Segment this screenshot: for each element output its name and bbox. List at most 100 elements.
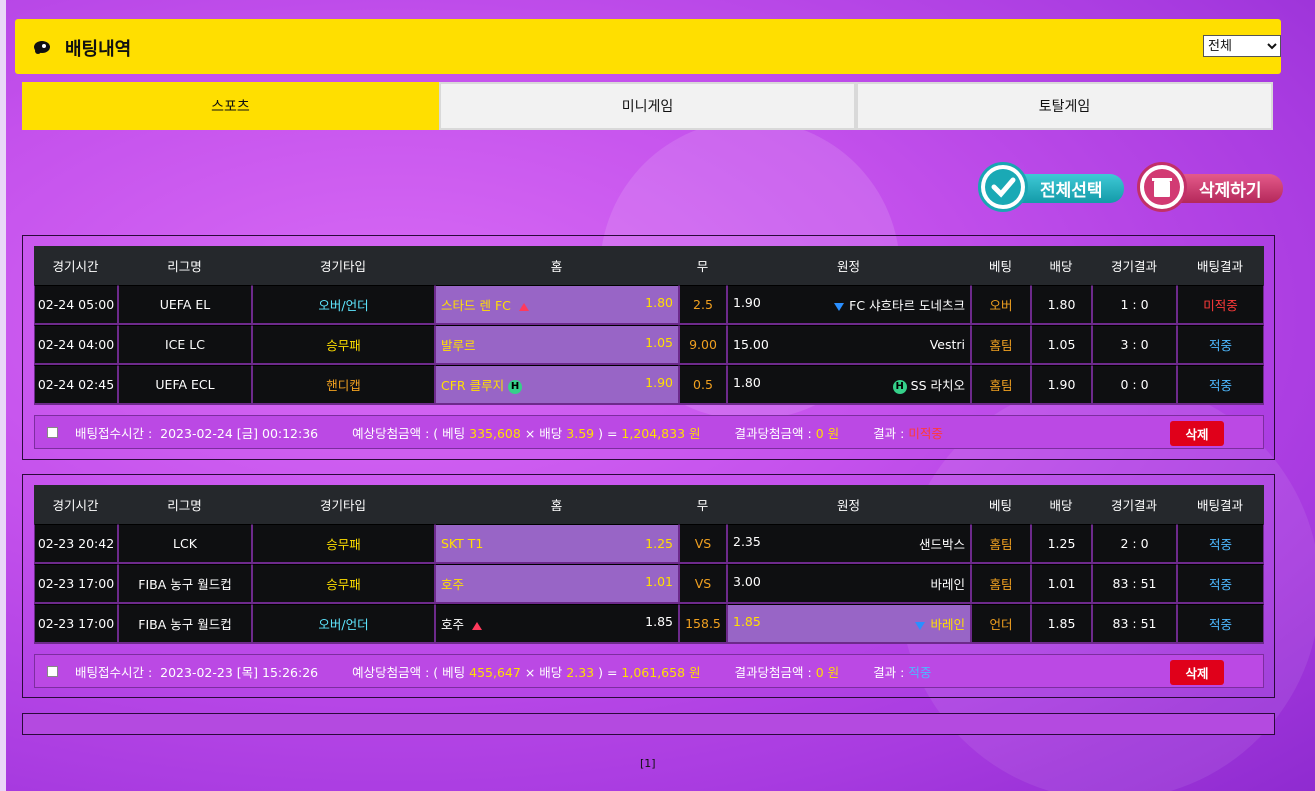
col-header: 베팅 — [971, 485, 1031, 524]
select-all-button[interactable]: 전체선택 — [978, 162, 1126, 212]
col-header: 홈 — [435, 246, 679, 285]
tab-sports[interactable]: 스포츠 — [22, 82, 439, 130]
home-team: SKT T1 — [441, 536, 484, 551]
tab-totalgame[interactable]: 토탈게임 — [856, 82, 1273, 130]
home-odd: 1.01 — [645, 574, 673, 589]
tab-minigame[interactable]: 미니게임 — [439, 82, 856, 130]
away-cell: 1.85 바레인 — [727, 604, 971, 644]
away-cell: 3.00 바레인 — [727, 564, 971, 604]
match-time: 02-23 20:42 — [34, 524, 118, 564]
col-header: 무 — [679, 485, 727, 524]
col-header: 리그명 — [118, 246, 252, 285]
table-row: 02-24 02:45 UEFA ECL 핸디캡 CFR 클루지 H 1.90 0… — [34, 365, 1264, 405]
pagination[interactable]: [1] — [640, 757, 656, 770]
table-row: 02-23 20:42 LCK 승무패 SKT T1 1.25 VS 2.35 샌드… — [34, 524, 1264, 564]
filter-select[interactable]: 전체 — [1203, 35, 1281, 57]
home-team: CFR 클루지 — [441, 378, 505, 393]
away-odd: 2.35 — [733, 534, 761, 549]
game-type: 승무패 — [252, 564, 435, 604]
slip-checkbox[interactable] — [47, 426, 58, 438]
bet-odds: 1.90 — [1031, 365, 1092, 405]
home-odd: 1.90 — [645, 375, 673, 390]
slip-result: 결과 : 적중 — [873, 664, 932, 680]
slip-footer: 배팅접수시간 : 2023-02-23 [목] 15:26:26 예상당첨금액 … — [34, 654, 1264, 688]
match-time: 02-24 05:00 — [34, 285, 118, 325]
empty-slip-box — [22, 713, 1275, 735]
col-header: 경기타입 — [252, 246, 435, 285]
match-score: 2 : 0 — [1092, 524, 1177, 564]
table-row: 02-23 17:00 FIBA 농구 월드컵 오버/언더 호주 1.85 158… — [34, 604, 1264, 644]
col-header: 배당 — [1031, 246, 1092, 285]
draw-cell: 0.5 — [679, 365, 727, 405]
game-type: 핸디캡 — [252, 365, 435, 405]
draw-cell: VS — [679, 564, 727, 604]
home-team: 호주 — [441, 617, 465, 632]
col-header: 배당 — [1031, 485, 1092, 524]
away-team: FC 샤흐타르 도네츠크 — [849, 298, 965, 313]
col-header: 배팅결과 — [1177, 485, 1264, 524]
home-cell: 호주 1.01 — [435, 564, 679, 604]
draw-cell: 2.5 — [679, 285, 727, 325]
trash-icon — [1137, 162, 1187, 212]
col-header: 원정 — [727, 485, 971, 524]
bet-odds: 1.25 — [1031, 524, 1092, 564]
col-header: 경기결과 — [1092, 246, 1177, 285]
match-time: 02-24 04:00 — [34, 325, 118, 365]
league-name: LCK — [118, 524, 252, 564]
slip-checkbox[interactable] — [47, 665, 58, 677]
away-odd: 1.80 — [733, 375, 761, 390]
away-odd: 3.00 — [733, 574, 761, 589]
result-amount: 결과당첨금액 : 0 원 — [734, 425, 840, 441]
home-cell: CFR 클루지 H 1.90 — [435, 365, 679, 405]
bet-odds: 1.80 — [1031, 285, 1092, 325]
bet-table: 경기시간 리그명 경기타입 홈 무 원정 베팅 배당 경기결과 배팅결과 02-… — [34, 246, 1264, 405]
col-header: 리그명 — [118, 485, 252, 524]
bet-pick: 홈팀 — [971, 564, 1031, 604]
bet-result: 적중 — [1177, 524, 1264, 564]
match-score: 83 : 51 — [1092, 604, 1177, 644]
bet-table: 경기시간 리그명 경기타입 홈 무 원정 베팅 배당 경기결과 배팅결과 02-… — [34, 485, 1264, 644]
game-type: 오버/언더 — [252, 604, 435, 644]
home-team: 발루르 — [441, 338, 476, 353]
bet-slip: 경기시간 리그명 경기타입 홈 무 원정 베팅 배당 경기결과 배팅결과 02-… — [22, 235, 1275, 460]
bet-time: 배팅접수시간 : 2023-02-24 [금] 00:12:36 — [75, 425, 319, 441]
result-amount: 결과당첨금액 : 0 원 — [734, 664, 840, 680]
away-cell: 2.35 샌드박스 — [727, 524, 971, 564]
page-header: 배팅내역 전체 — [15, 19, 1281, 74]
home-odd: 1.05 — [645, 335, 673, 350]
league-name: UEFA ECL — [118, 365, 252, 405]
bet-result: 적중 — [1177, 564, 1264, 604]
home-team: 스타드 렌 FC — [441, 298, 511, 313]
expected-amount: 예상당첨금액 : ( 베팅 335,608 × 배당 3.59 ) = 1,20… — [352, 425, 701, 441]
match-time: 02-23 17:00 — [34, 604, 118, 644]
delete-button[interactable]: 삭제 — [1170, 421, 1224, 446]
match-time: 02-24 02:45 — [34, 365, 118, 405]
away-team: Vestri — [929, 337, 965, 352]
down-arrow-icon — [834, 302, 845, 311]
away-team: 바레인 — [930, 617, 965, 632]
away-cell: 15.00 Vestri — [727, 325, 971, 365]
slip-footer: 배팅접수시간 : 2023-02-24 [금] 00:12:36 예상당첨금액 … — [34, 415, 1264, 449]
match-score: 1 : 0 — [1092, 285, 1177, 325]
home-team: 호주 — [441, 577, 465, 592]
table-row: 02-23 17:00 FIBA 농구 월드컵 승무패 호주 1.01 VS 3.… — [34, 564, 1264, 604]
away-team: 바레인 — [930, 577, 965, 592]
away-odd: 15.00 — [733, 337, 769, 352]
page-title: 배팅내역 — [65, 39, 132, 60]
table-row: 02-24 04:00 ICE LC 승무패 발루르 1.05 9.00 15.0… — [34, 325, 1264, 365]
bet-pick: 언더 — [971, 604, 1031, 644]
home-cell: SKT T1 1.25 — [435, 524, 679, 564]
bet-odds: 1.05 — [1031, 325, 1092, 365]
delete-button[interactable]: 삭제 — [1170, 660, 1224, 685]
col-header: 경기결과 — [1092, 485, 1177, 524]
match-score: 83 : 51 — [1092, 564, 1177, 604]
delete-all-button[interactable]: 삭제하기 — [1137, 162, 1285, 212]
away-odd: 1.85 — [733, 614, 761, 629]
game-type: 승무패 — [252, 524, 435, 564]
slip-result: 결과 : 미적중 — [873, 425, 943, 441]
draw-cell: VS — [679, 524, 727, 564]
away-team: SS 라치오 — [910, 378, 965, 393]
home-cell: 호주 1.85 — [435, 604, 679, 644]
col-header: 베팅 — [971, 246, 1031, 285]
draw-cell: 9.00 — [679, 325, 727, 365]
